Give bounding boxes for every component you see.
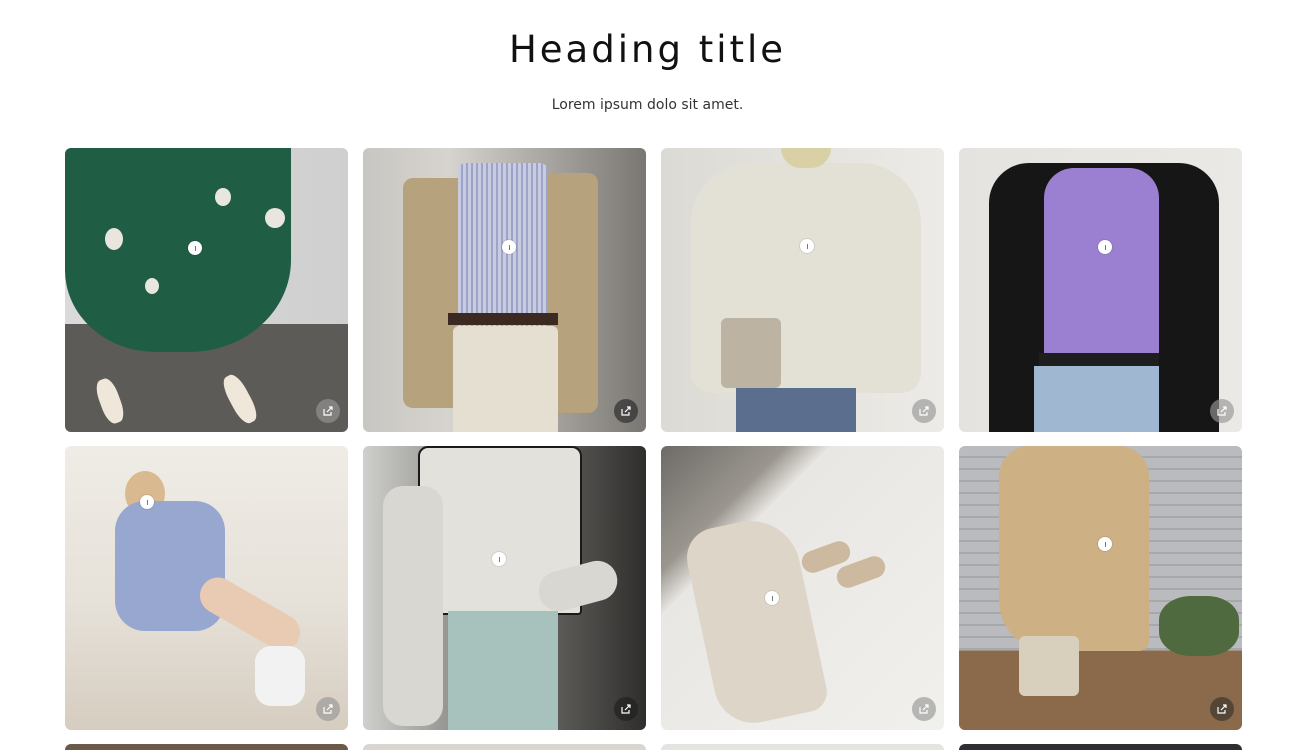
gallery-item-knit-sweater[interactable] (661, 148, 944, 432)
page-title: Heading title (508, 28, 787, 71)
share-button[interactable] (614, 697, 638, 721)
product-hotspot[interactable] (492, 552, 506, 566)
gallery-photo (363, 148, 646, 432)
share-button[interactable] (316, 697, 340, 721)
gallery-photo (959, 446, 1242, 730)
share-button[interactable] (1210, 399, 1234, 423)
gallery-item-trench-coat[interactable] (959, 446, 1242, 730)
share-button[interactable] (912, 697, 936, 721)
product-hotspot[interactable] (800, 239, 814, 253)
gallery-photo (661, 148, 944, 432)
gallery-item-white-cardigan[interactable] (363, 446, 646, 730)
share-icon (1217, 406, 1227, 416)
product-hotspot[interactable] (765, 591, 779, 605)
share-icon (323, 704, 333, 714)
page-subtitle: Lorem ipsum dolo sit amet. (551, 97, 744, 113)
gallery-next-row-peek (65, 744, 1244, 750)
share-icon (1217, 704, 1227, 714)
share-icon (621, 704, 631, 714)
gallery-photo (65, 446, 348, 730)
share-icon (621, 406, 631, 416)
gallery-photo (661, 446, 944, 730)
gallery-item-slip-dress[interactable] (661, 446, 944, 730)
gallery-item-green-skirt[interactable] (65, 148, 348, 432)
product-hotspot[interactable] (502, 240, 516, 254)
share-button[interactable] (316, 399, 340, 423)
gallery-photo (661, 744, 944, 750)
share-icon (919, 406, 929, 416)
gallery-photo (959, 148, 1242, 432)
share-button[interactable] (614, 399, 638, 423)
gallery-item-lavender-tee[interactable] (959, 148, 1242, 432)
gallery-photo (363, 744, 646, 750)
gallery-item-striped-shirt[interactable] (363, 148, 646, 432)
product-hotspot[interactable] (1098, 537, 1112, 551)
share-icon (919, 704, 929, 714)
gallery-item-pajama-set[interactable] (65, 446, 348, 730)
gallery-photo (363, 446, 646, 730)
product-hotspot[interactable] (1098, 240, 1112, 254)
gallery-photo (65, 744, 348, 750)
share-button[interactable] (912, 399, 936, 423)
product-hotspot[interactable] (140, 495, 154, 509)
instagram-gallery (65, 148, 1244, 730)
gallery-photo (65, 148, 348, 432)
gallery-photo (959, 744, 1242, 750)
share-button[interactable] (1210, 697, 1234, 721)
product-hotspot[interactable] (188, 241, 202, 255)
share-icon (323, 406, 333, 416)
